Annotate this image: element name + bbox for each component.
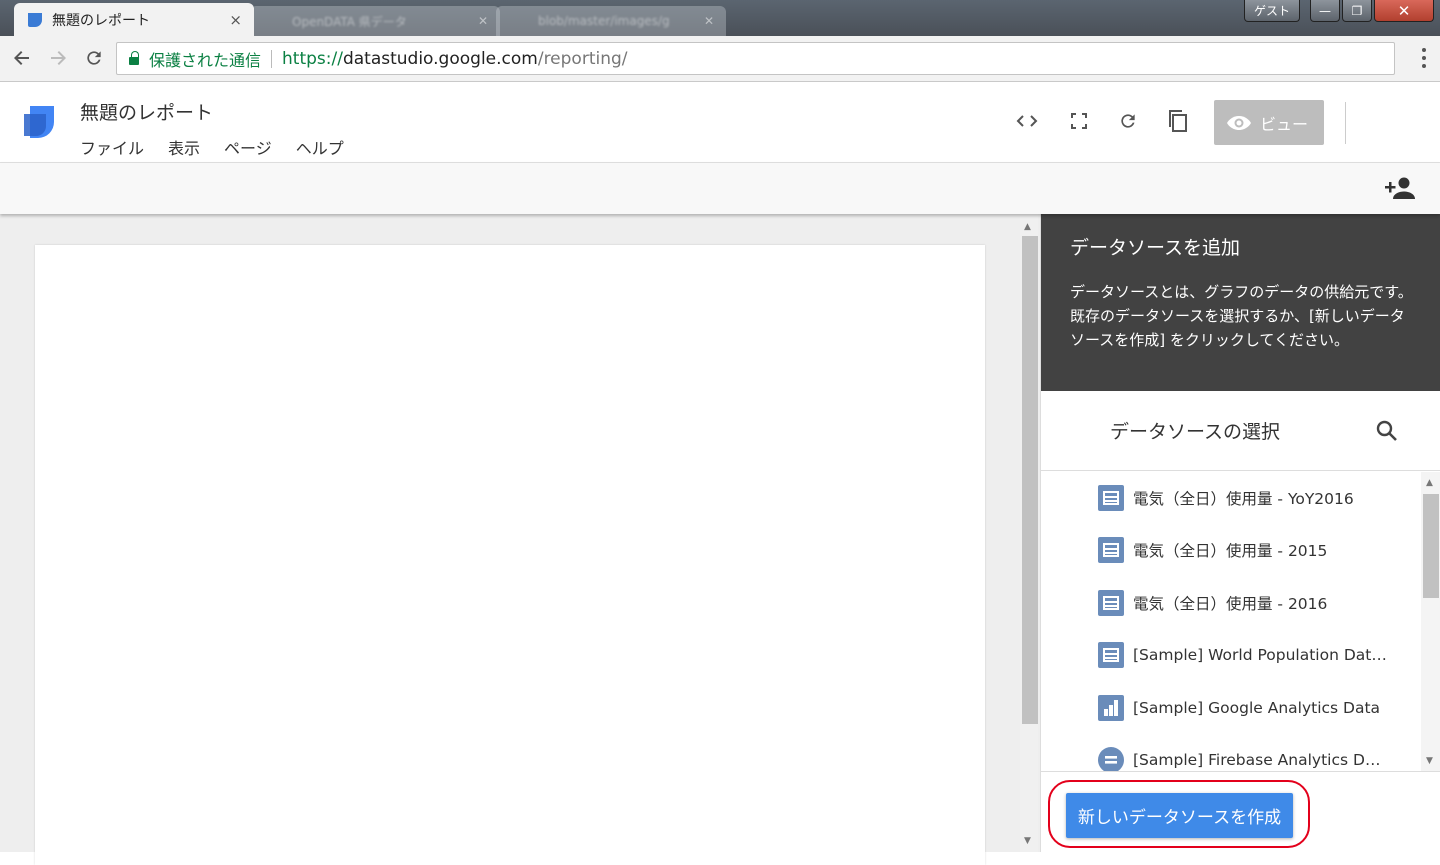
data-source-item[interactable]: [Sample] Firebase Analytics Data ... (1098, 734, 1398, 772)
data-source-label: 電気（全日）使用量 - 2015 (1133, 542, 1328, 560)
panel-header: データソースを追加 データソースとは、グラフのデータの供給元です。既存のデータソ… (1041, 214, 1440, 391)
embed-code-icon[interactable] (1014, 108, 1040, 134)
url-scheme: https:// (282, 48, 343, 69)
scroll-down-arrow-icon[interactable]: ▼ (1426, 756, 1433, 766)
canvas-scrollbar[interactable]: ▲ ▼ (1020, 214, 1038, 852)
view-button-label: ビュー (1260, 114, 1309, 134)
view-mode-button[interactable]: ビュー (1214, 100, 1324, 145)
menu-page[interactable]: ページ (224, 135, 272, 159)
eye-icon (1227, 115, 1251, 130)
analytics-icon (1098, 695, 1124, 721)
panel-description: データソースとは、グラフのデータの供給元です。既存のデータソースを選択するか、[… (1070, 283, 1413, 349)
add-data-source-panel: データソースを追加 データソースとは、グラフのデータの供給元です。既存のデータソ… (1040, 214, 1440, 852)
scrollbar-thumb[interactable] (1423, 494, 1439, 598)
scroll-up-arrow-icon[interactable]: ▲ (1024, 222, 1031, 232)
data-source-item[interactable]: 電気（全日）使用量 - 2016 (1098, 577, 1398, 629)
url-path: /reporting/ (537, 48, 628, 69)
menu-file[interactable]: ファイル (80, 135, 144, 159)
tab-title: blob/master/images/g (538, 14, 670, 28)
tab-close-icon[interactable]: ✕ (478, 14, 488, 28)
guest-profile-button[interactable]: ゲスト (1244, 0, 1300, 22)
window-controls: ゲスト — ❐ ✕ (1244, 0, 1434, 22)
menu-help[interactable]: ヘルプ (296, 135, 344, 159)
data-source-item[interactable]: 電気（全日）使用量 - 2015 (1098, 524, 1398, 576)
tab-title: 無題のレポート (52, 12, 150, 29)
minimize-button[interactable]: — (1310, 0, 1340, 22)
browser-titlebar: OpenDATA 県データ ✕ blob/master/images/g ✕ 無… (0, 0, 1440, 36)
panel-footer: 新しいデータソースを作成 (1041, 771, 1440, 852)
forward-arrow-icon[interactable] (46, 46, 70, 70)
firebase-icon (1098, 747, 1124, 772)
lock-icon (129, 50, 139, 65)
refresh-data-icon[interactable] (1115, 108, 1141, 134)
data-source-label: [Sample] Firebase Analytics Data ... (1133, 751, 1389, 769)
data-source-select-header: データソースの選択 (1041, 391, 1440, 471)
add-person-icon[interactable] (1384, 175, 1416, 201)
header-divider (1345, 102, 1346, 144)
data-source-label: 電気（全日）使用量 - 2016 (1133, 595, 1328, 613)
tab-close-icon[interactable]: ✕ (704, 14, 714, 28)
browser-tab-background[interactable]: OpenDATA 県データ ✕ (250, 6, 500, 36)
tab-title: OpenDATA 県データ (292, 14, 407, 29)
data-source-list-scrollbar[interactable]: ▲ ▼ (1421, 472, 1440, 772)
scroll-down-arrow-icon[interactable]: ▼ (1024, 836, 1031, 846)
maximize-button[interactable]: ❐ (1342, 0, 1372, 22)
data-source-select-title: データソースの選択 (1110, 421, 1281, 443)
data-source-label: [Sample] World Population Data 2... (1133, 646, 1389, 664)
report-toolbar (0, 163, 1440, 214)
fullscreen-icon[interactable] (1066, 108, 1092, 134)
search-icon[interactable] (1375, 419, 1399, 443)
data-studio-logo-icon (24, 106, 54, 138)
sheets-icon (1098, 590, 1124, 616)
report-page[interactable] (35, 245, 985, 865)
copy-report-icon[interactable] (1165, 108, 1191, 134)
browser-menu-icon[interactable] (1422, 48, 1426, 68)
data-source-item[interactable]: 電気（全日）使用量 - YoY2016 (1098, 472, 1398, 524)
data-source-item[interactable]: [Sample] Google Analytics Data (1098, 682, 1398, 734)
url-host: datastudio.google.com (342, 48, 538, 69)
menu-bar: ファイル 表示 ページ ヘルプ (80, 135, 344, 159)
tab-close-icon[interactable]: × (229, 11, 242, 29)
reload-icon[interactable] (82, 46, 106, 70)
data-source-label: 電気（全日）使用量 - YoY2016 (1133, 490, 1354, 508)
panel-title: データソースを追加 (1070, 237, 1241, 259)
browser-tab-active[interactable]: 無題のレポート × (14, 3, 254, 36)
sheets-icon (1098, 485, 1124, 511)
app-header: 無題のレポート ファイル 表示 ページ ヘルプ ビュー (0, 82, 1440, 163)
sheets-icon (1098, 642, 1124, 668)
sheets-icon (1098, 537, 1124, 563)
address-divider (271, 49, 273, 68)
scrollbar-thumb[interactable] (1022, 236, 1038, 724)
secure-connection-label[interactable]: 保護された通信 (149, 47, 261, 71)
back-arrow-icon[interactable] (10, 46, 34, 70)
scroll-up-arrow-icon[interactable]: ▲ (1426, 478, 1433, 488)
close-window-button[interactable]: ✕ (1374, 0, 1434, 22)
data-source-item[interactable]: [Sample] World Population Data 2... (1098, 629, 1398, 681)
create-new-data-source-button[interactable]: 新しいデータソースを作成 (1066, 793, 1293, 838)
datastudio-favicon-icon (28, 12, 42, 27)
menu-view[interactable]: 表示 (168, 135, 200, 159)
address-bar[interactable]: 保護された通信 https:// datastudio.google.com /… (116, 42, 1395, 75)
report-title[interactable]: 無題のレポート (80, 98, 213, 125)
report-canvas-area: ▲ ▼ (0, 214, 1040, 865)
data-source-label: [Sample] Google Analytics Data (1133, 699, 1381, 717)
browser-toolbar: 保護された通信 https:// datastudio.google.com /… (0, 36, 1440, 82)
data-source-list: 電気（全日）使用量 - YoY2016 電気（全日）使用量 - 2015 電気（… (1041, 472, 1421, 772)
browser-tab-background[interactable]: blob/master/images/g ✕ (496, 6, 726, 36)
